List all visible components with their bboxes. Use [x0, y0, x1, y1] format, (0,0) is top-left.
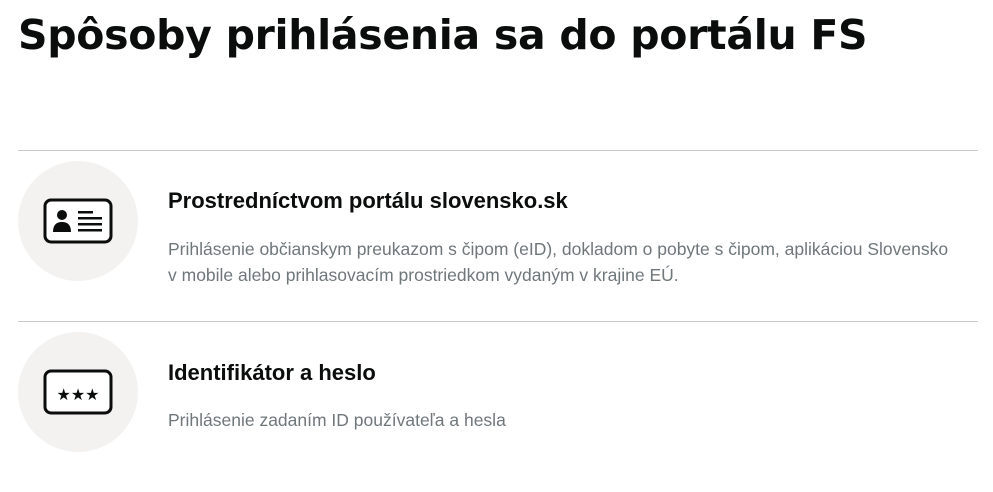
option-title[interactable]: Identifikátor a heslo [168, 358, 376, 388]
option-description: Prihlásenie zadaním ID používateľa a hes… [168, 410, 506, 430]
login-option-slovensko-sk[interactable]: Prostredníctvom portálu slovensko.sk Pri… [18, 151, 978, 321]
page-title: Spôsoby prihlásenia sa do portálu FS [18, 11, 868, 59]
id-card-icon [43, 198, 113, 244]
login-option-id-password[interactable]: ★★★ Identifikátor a heslo Prihlásenie za… [18, 322, 978, 492]
icon-badge [18, 161, 138, 281]
password-field-icon: ★★★ [43, 369, 113, 415]
option-description: v mobile alebo prihlasovacím prostriedko… [168, 265, 679, 285]
option-description: Prihlásenie občianskym preukazom s čipom… [168, 239, 949, 259]
option-title[interactable]: Prostredníctvom portálu slovensko.sk [168, 186, 568, 216]
svg-text:★★★: ★★★ [56, 385, 99, 404]
icon-badge: ★★★ [18, 332, 138, 452]
